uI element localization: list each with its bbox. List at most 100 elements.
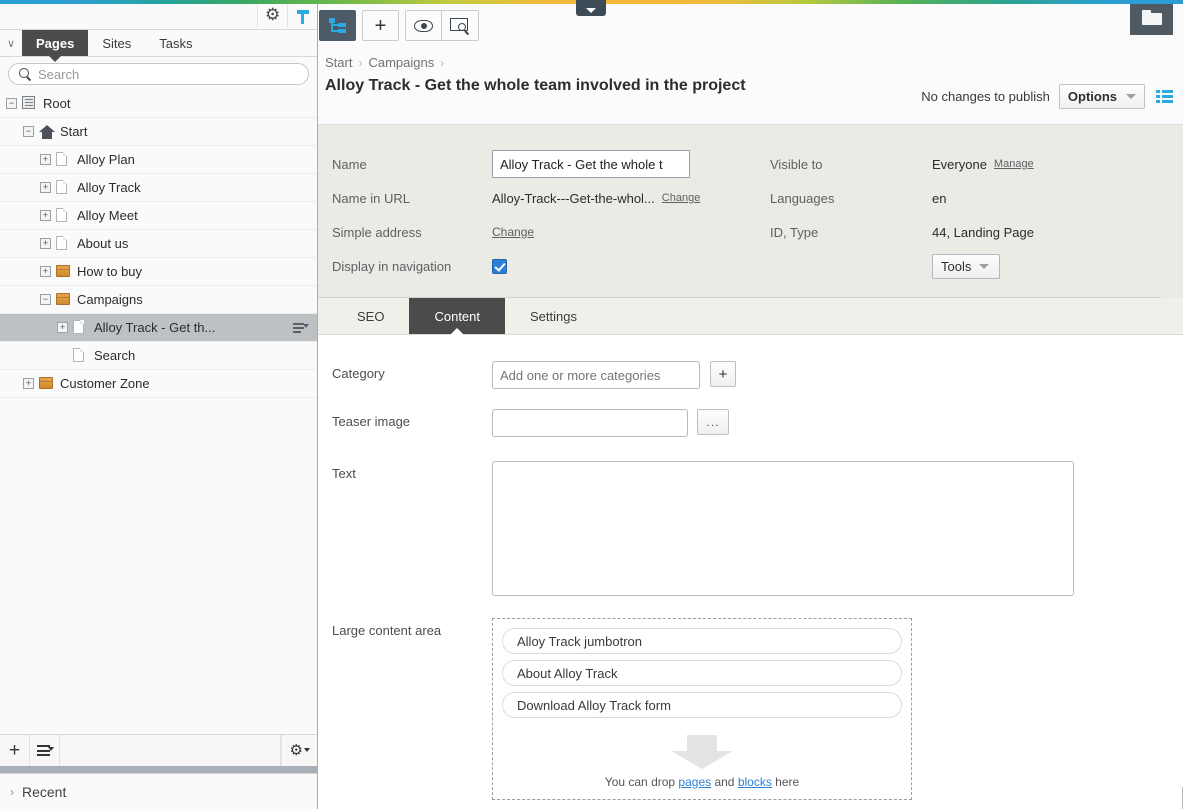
tree-settings-button[interactable] [281,735,317,766]
expand-icon[interactable]: + [40,210,51,221]
expand-icon[interactable]: + [23,378,34,389]
info-row-name: Name [332,147,700,181]
chevron-right-icon: › [10,784,14,799]
dropzone-pages-link[interactable]: pages [678,775,711,789]
view-on-site-button[interactable] [442,10,479,41]
content-block-item[interactable]: About Alloy Track [502,660,902,686]
name-label: Name [332,156,367,172]
tree-item-customer-zone[interactable]: + Customer Zone [0,370,317,398]
chevron-down-icon [1126,94,1136,99]
tree-item-label: Alloy Plan [77,152,135,167]
search-input[interactable] [38,66,298,82]
breadcrumb-separator-icon-2: › [440,55,445,70]
tree-item-campaigns[interactable]: − Campaigns [0,286,317,314]
change-url-link[interactable]: Change [662,192,701,204]
content-block-item[interactable]: Download Alloy Track form [502,692,902,718]
form-row-large-content-area: Large content area Alloy Track jumbotron… [332,618,1183,800]
dropzone-hint: You can drop pages and blocks here [502,775,902,791]
tree-item-root[interactable]: − Root [0,90,317,118]
panel-collapse-button[interactable]: ∨ [0,30,22,56]
expand-icon[interactable]: + [40,182,51,193]
toggle-navigation-button[interactable] [319,10,356,41]
tree-item-about-us[interactable]: + About us [0,230,317,258]
tab-seo[interactable]: SEO [332,298,409,334]
tree-actions-menu-button[interactable] [30,735,60,766]
tab-tasks[interactable]: Tasks [145,30,206,56]
new-page-button[interactable]: + [0,735,30,766]
tree-item-label: Alloy Meet [77,208,138,223]
teaser-image-input[interactable] [492,409,688,437]
content-block-list: Alloy Track jumbotron About Alloy Track Do… [502,628,902,718]
add-content-button[interactable]: + [362,10,399,41]
content-form: Category + Teaser image ... Text Large c… [318,335,1183,800]
content-block-item[interactable]: Alloy Track jumbotron [502,628,902,654]
tab-pages[interactable]: Pages [22,30,89,62]
name-in-url-value: Alloy-Track---Get-the-whol... [492,190,655,206]
browse-teaser-image-button[interactable]: ... [697,409,729,435]
breadcrumb-item-campaigns[interactable]: Campaigns [368,55,434,70]
view-mode-group [405,10,479,41]
breadcrumb-item-start[interactable]: Start [325,55,352,70]
folder-icon [56,264,71,280]
category-label: Category [332,366,385,381]
search-icon [19,67,32,81]
change-simple-address-link[interactable]: Change [492,225,534,239]
collapse-icon[interactable]: − [6,98,17,109]
page-tree: − Root − Start + Alloy Plan + Alloy Track + Alloy… [0,90,317,398]
panel-settings-button[interactable] [257,3,287,30]
context-menu-icon[interactable] [293,322,309,333]
pin-icon [296,9,310,25]
teaser-image-label: Teaser image [332,414,411,429]
gear-icon [265,7,280,24]
tree-item-start[interactable]: − Start [0,118,317,146]
assets-panel-button[interactable] [1130,0,1173,35]
collapse-icon[interactable]: − [40,294,51,305]
tree-item-how-to-buy[interactable]: + How to buy [0,258,317,286]
name-input[interactable] [492,150,690,178]
expand-icon[interactable]: + [40,154,51,165]
panel-pin-button[interactable] [287,3,317,30]
toolbar-pullout-handle[interactable] [576,0,606,16]
tree-item-alloy-track-get-th[interactable]: + Alloy Track - Get th... [0,314,317,342]
tree-item-alloy-meet[interactable]: + Alloy Meet [0,202,317,230]
expand-icon[interactable]: + [40,266,51,277]
tab-sites[interactable]: Sites [88,30,145,56]
options-button[interactable]: Options [1058,84,1145,109]
form-row-teaser-image: Teaser image ... [332,409,1183,437]
id-type-label: ID, Type [770,224,819,240]
collapse-icon[interactable]: − [23,126,34,137]
tab-settings[interactable]: Settings [505,298,602,334]
home-icon [39,124,55,140]
dropzone-hint-prefix: You can drop [604,775,679,789]
info-row-name-in-url: Name in URL Alloy-Track---Get-the-whol..… [332,181,700,215]
recent-section[interactable]: › Recent [0,773,317,809]
info-row-simple-address: Simple address Change [332,215,700,249]
panel-bottom-toolbar: + [0,734,317,766]
preview-button[interactable] [405,10,442,41]
drop-arrow-icon [671,735,733,769]
expand-icon[interactable]: + [57,322,68,333]
visible-to-value: Everyone [932,156,987,172]
visible-to-label: Visible to [770,156,823,172]
tree-item-alloy-track[interactable]: + Alloy Track [0,174,317,202]
manage-access-link[interactable]: Manage [994,158,1034,170]
list-view-button[interactable] [1156,90,1173,103]
add-category-button[interactable]: + [710,361,736,387]
tree-item-label: Alloy Track [77,180,141,195]
options-label: Options [1067,89,1117,104]
tree-item-label: Campaigns [77,292,143,307]
category-input[interactable] [492,361,700,389]
text-textarea[interactable] [492,461,1074,596]
tree-item-alloy-plan[interactable]: + Alloy Plan [0,146,317,174]
left-navigation-panel: ∨ Pages Sites Tasks − Root − Start + Alloy Pl… [0,3,318,809]
folder-icon [1141,10,1162,25]
tools-button[interactable]: Tools [932,253,1000,279]
dropzone-blocks-link[interactable]: blocks [738,775,772,789]
tree-item-search[interactable]: Search [0,342,317,370]
display-in-navigation-checkbox[interactable] [492,258,507,274]
tab-content[interactable]: Content [409,298,506,335]
large-content-area-dropzone[interactable]: Alloy Track jumbotron About Alloy Track Do… [492,618,912,800]
expand-icon[interactable]: + [40,238,51,249]
search-box[interactable] [8,63,309,85]
panel-splitter[interactable] [0,766,317,773]
